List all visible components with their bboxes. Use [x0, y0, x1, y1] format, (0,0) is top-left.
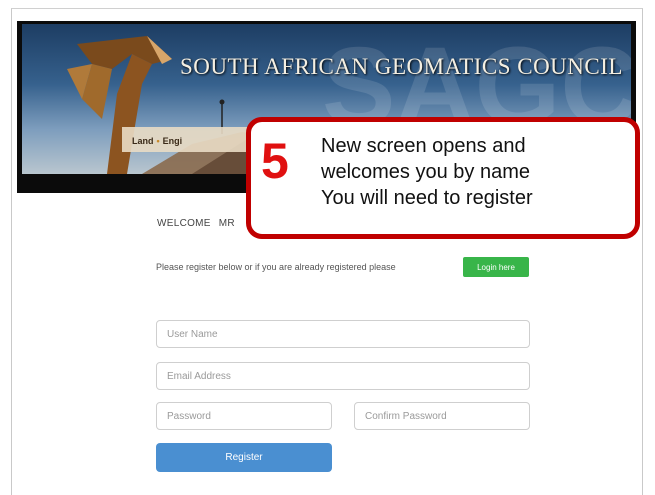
nav-item-land[interactable]: Land — [132, 136, 154, 146]
register-note: Please register below or if you are alre… — [156, 262, 396, 272]
banner-title: SOUTH AFRICAN GEOMATICS COUNCIL — [180, 54, 623, 79]
callout-step-number: 5 — [261, 133, 289, 189]
callout-line: You will need to register — [321, 187, 533, 209]
callout-line: welcomes you by name — [321, 161, 530, 183]
sagc-logo-icon — [67, 36, 172, 174]
login-button[interactable]: Login here — [463, 257, 529, 277]
callout-line: New screen opens and — [321, 135, 526, 157]
beacon-top — [219, 99, 225, 105]
password-input[interactable]: Password — [156, 402, 332, 430]
welcome-name: MR — [218, 218, 235, 229]
instruction-callout: 5 New screen opens and welcomes you by n… — [246, 117, 640, 239]
nav-separator: • — [156, 136, 160, 146]
welcome-label: WELCOME — [157, 218, 211, 229]
banner-nav: Land • Engi — [132, 136, 182, 146]
callout-text: New screen opens and welcomes you by nam… — [321, 133, 533, 211]
confirm-password-input[interactable]: Confirm Password — [354, 402, 530, 430]
email-input[interactable]: Email Address — [156, 362, 530, 390]
welcome-text: WELCOME MR — [157, 218, 235, 229]
nav-item-engi[interactable]: Engi — [163, 136, 183, 146]
register-button[interactable]: Register — [156, 443, 332, 472]
username-input[interactable]: User Name — [156, 320, 530, 348]
